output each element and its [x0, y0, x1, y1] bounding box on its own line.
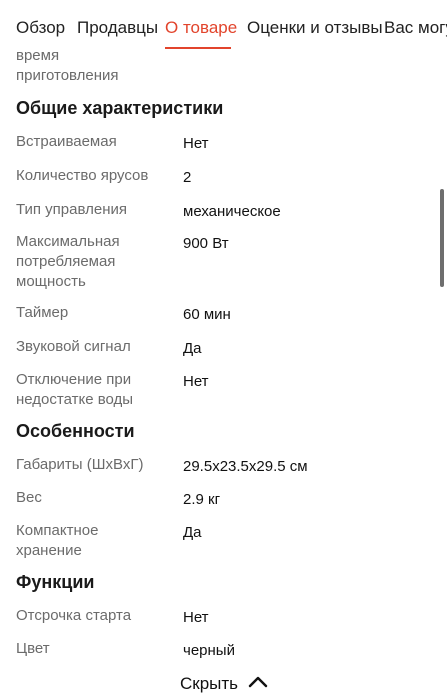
spec-label: Цвет — [16, 640, 50, 657]
hide-button-label: Скрыть — [180, 674, 239, 693]
spec-value: Нет — [183, 373, 209, 390]
spec-label: Габариты (ШхВхГ) — [16, 456, 144, 473]
spec-value: 2.9 кг — [183, 491, 221, 508]
spec-label-partial: время приготовления — [16, 50, 119, 84]
tab-overview[interactable]: Обзор — [16, 0, 65, 50]
chevron-up-icon — [248, 676, 268, 688]
spec-label: Максимальная потребляемая мощность — [16, 233, 120, 290]
spec-value: Да — [183, 340, 202, 357]
tab-recommendations[interactable]: Вас могу — [384, 0, 447, 50]
spec-label: Компактное хранение — [16, 522, 99, 559]
section-title-functions: Функции — [16, 572, 95, 592]
spec-value: Нет — [183, 135, 209, 152]
spec-label: Тип управления — [16, 201, 127, 218]
spec-value: Да — [183, 524, 202, 541]
spec-label: Отсрочка старта — [16, 607, 132, 624]
spec-value: Нет — [183, 609, 209, 626]
tab-reviews[interactable]: Оценки и отзывы — [247, 0, 383, 50]
spec-value: 2 — [183, 169, 192, 186]
spec-label: Отключение при недостатке воды — [16, 371, 134, 408]
hide-button[interactable]: Скрыть — [0, 670, 447, 700]
spec-label: Встраиваемая — [16, 133, 117, 150]
spec-value: 29.5x23.5x29.5 см — [183, 458, 308, 475]
tab-sellers[interactable]: Продавцы — [77, 0, 158, 50]
product-specs: время приготовления Общие характеристики… — [0, 50, 447, 670]
scrollbar-thumb[interactable] — [440, 189, 444, 287]
spec-label: Вес — [16, 489, 42, 506]
spec-label: Таймер — [16, 304, 69, 321]
tab-bar: Обзор Продавцы О товаре Оценки и отзывы … — [0, 0, 447, 50]
spec-label: Звуковой сигнал — [16, 338, 131, 355]
spec-value: черный — [183, 642, 235, 659]
spec-value: 900 Вт — [183, 235, 229, 252]
section-title-features: Особенности — [16, 421, 135, 441]
spec-label: Количество ярусов — [16, 167, 149, 184]
spec-value: 60 мин — [183, 306, 231, 323]
active-tab-indicator — [165, 47, 231, 49]
tab-about-product[interactable]: О товаре — [165, 0, 237, 50]
section-title-general: Общие характеристики — [16, 98, 224, 118]
spec-value: механическое — [183, 203, 281, 220]
